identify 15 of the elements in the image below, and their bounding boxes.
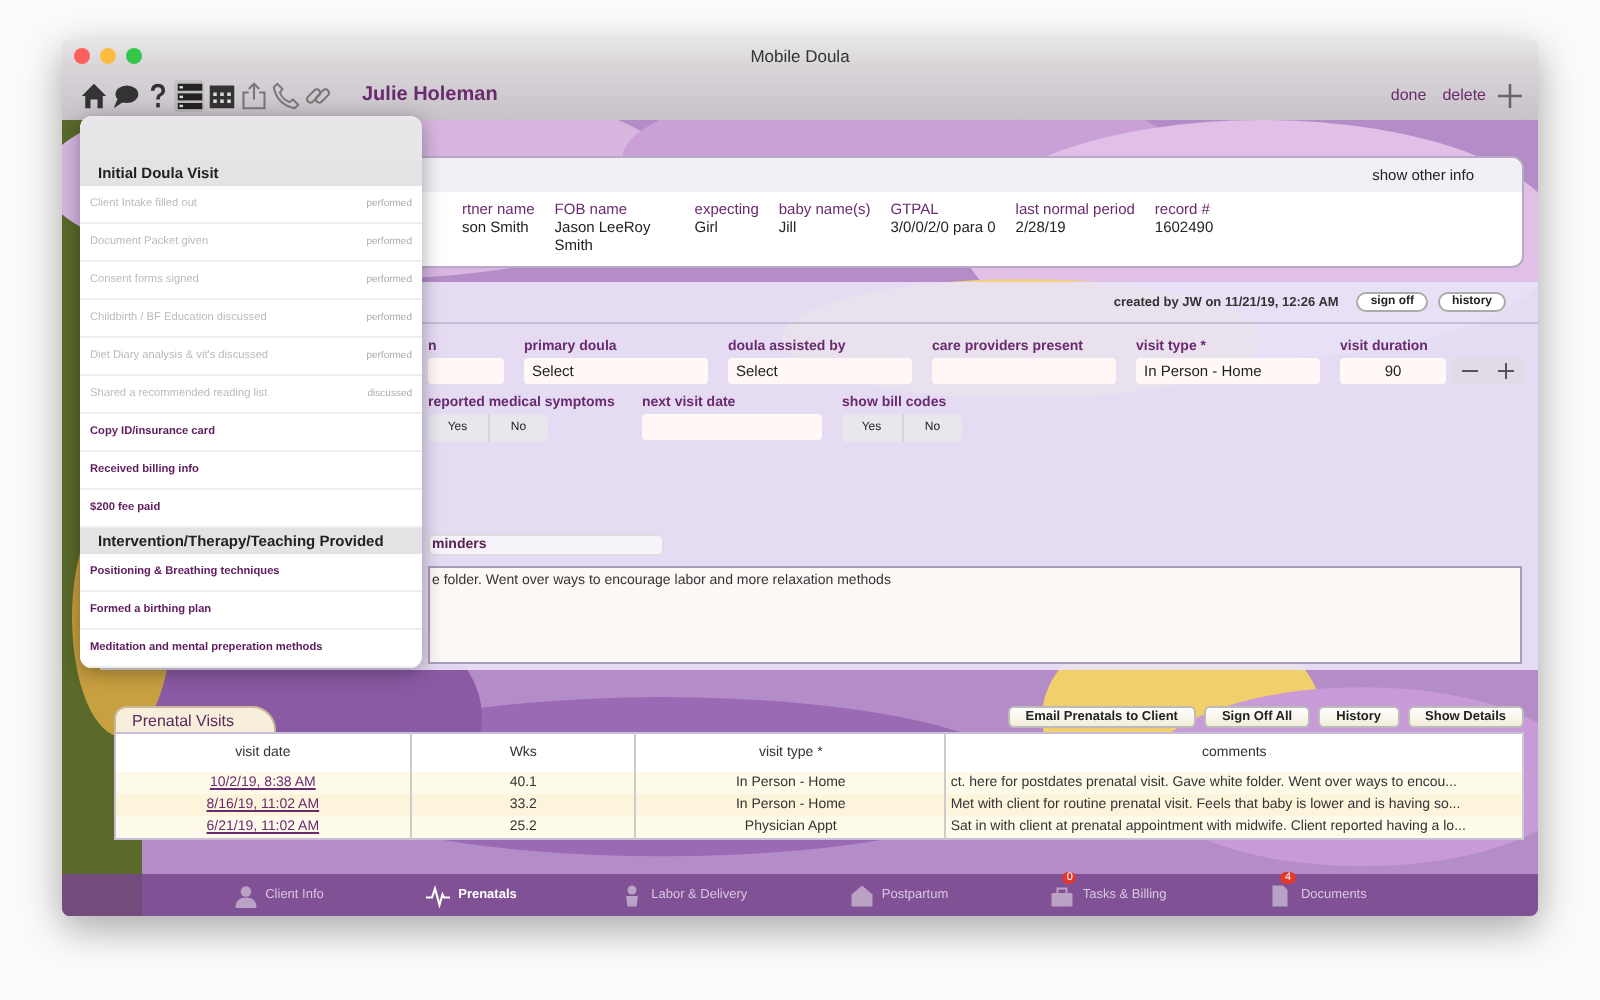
- window-title: Mobile Doula: [750, 45, 850, 65]
- document-icon: [1268, 883, 1293, 907]
- input-field[interactable]: [642, 414, 822, 440]
- house-icon: [849, 883, 874, 907]
- action-link[interactable]: done: [1390, 86, 1427, 104]
- input-field[interactable]: [428, 358, 504, 384]
- home-icon[interactable]: [78, 79, 108, 111]
- client-name: Julie Holeman: [362, 84, 498, 106]
- person-icon: [233, 883, 258, 907]
- add-icon[interactable]: [1498, 83, 1522, 107]
- action-link[interactable]: delete: [1442, 86, 1486, 104]
- section-tab[interactable]: Prenatal Visits: [114, 706, 276, 732]
- briefcase-icon: [1050, 883, 1075, 907]
- pulse-icon: [426, 883, 451, 907]
- list-icon[interactable]: [174, 79, 204, 111]
